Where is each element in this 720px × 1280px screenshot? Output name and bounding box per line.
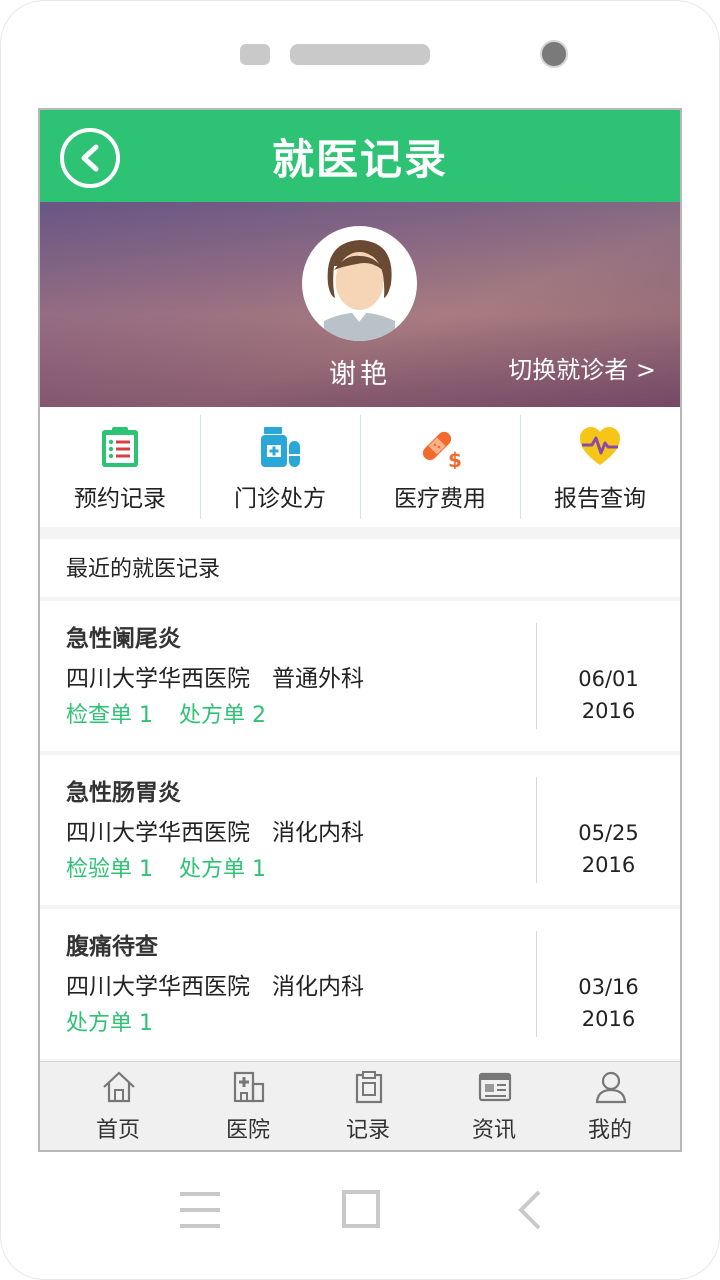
record-date-year: 2016 [581,699,636,723]
record-department: 消化内科 [272,974,364,1000]
quick-outpatient-prescription[interactable]: 门诊处方 [200,407,360,527]
hospital-icon [233,1071,265,1103]
record-hospital-line: 四川大学华西医院 消化内科 [66,967,364,1001]
record-links: 检查单 1 处方单 2 [66,697,292,729]
record-department: 普通外科 [272,666,364,692]
prescription-link[interactable]: 处方单 1 [179,857,266,882]
record-links: 处方单 1 [66,1005,179,1037]
clipboard-list-icon [102,427,138,467]
quick-actions: 预约记录 门诊处方 $ 医疗费用 报告查询 [40,407,680,527]
record-hospital-line: 四川大学华西医院 消化内科 [66,813,364,847]
back-arrow-icon[interactable] [515,1190,545,1230]
recent-records-heading: 最近的就医记录 [40,539,680,597]
record-hospital: 四川大学华西医院 [66,974,250,1000]
quick-label: 预约记录 [74,486,166,512]
record-diagnosis: 腹痛待查 [66,934,158,960]
patient-banner: 谢艳 切换就诊者 > [40,202,680,407]
record-date: 03/16 2016 [537,971,680,1035]
tab-records[interactable]: 记录 [304,1062,432,1150]
record-date-md: 03/16 [578,975,639,999]
quick-medical-expenses[interactable]: $ 医疗费用 [360,407,520,527]
record-hospital: 四川大学华西医院 [66,666,250,692]
home-icon [103,1071,135,1103]
tab-me[interactable]: 我的 [546,1062,674,1150]
news-icon [478,1072,512,1102]
quick-appointment-records[interactable]: 预约记录 [40,407,200,527]
prescription-link[interactable]: 处方单 1 [66,1011,153,1036]
record-department: 消化内科 [272,820,364,846]
tab-label: 记录 [345,1118,390,1143]
record-diagnosis: 急性肠胃炎 [66,780,181,806]
menu-icon[interactable] [180,1190,220,1230]
record-item[interactable]: 腹痛待查 四川大学华西医院 消化内科 处方单 1 03/16 2016 [40,909,680,1059]
user-icon [595,1071,627,1104]
app-screen: 就医记录 谢艳 切换就诊者 > 预约记录 门诊处方 $ 医疗费用 报告查询 最近… [38,108,682,1152]
record-hospital: 四川大学华西医院 [66,820,250,846]
app-header: 就医记录 [40,110,680,202]
quick-report-query[interactable]: 报告查询 [520,407,680,527]
tab-label: 首页 [95,1118,140,1143]
tab-label: 资讯 [471,1118,516,1143]
front-camera [540,40,568,68]
record-date: 05/25 2016 [537,817,680,881]
record-date-year: 2016 [581,853,636,877]
earpiece-speaker [290,44,430,65]
sensor-dot [240,44,270,65]
record-item[interactable]: 急性肠胃炎 四川大学华西医院 消化内科 检验单 1 处方单 1 05/25 2016 [40,755,680,905]
svg-text:$: $ [448,448,462,469]
tab-hospital[interactable]: 医院 [184,1062,312,1150]
record-date-md: 05/25 [578,821,639,845]
tab-home[interactable]: 首页 [54,1062,182,1150]
record-diagnosis: 急性阑尾炎 [66,626,181,652]
tab-label: 我的 [587,1118,632,1143]
clipboard-icon [355,1071,383,1104]
lab-sheet-link[interactable]: 检验单 1 [66,857,153,882]
tab-label: 医院 [225,1118,270,1143]
phone-frame: 就医记录 谢艳 切换就诊者 > 预约记录 门诊处方 $ 医疗费用 报告查询 最近… [0,0,720,1280]
record-date-year: 2016 [581,1007,636,1031]
switch-patient-link[interactable]: 切换就诊者 > [508,350,656,385]
quick-label: 报告查询 [554,486,646,512]
bandage-dollar-icon: $ [422,431,462,469]
record-hospital-line: 四川大学华西医院 普通外科 [66,659,364,693]
record-date-md: 06/01 [578,667,639,691]
tab-news[interactable]: 资讯 [430,1062,558,1150]
exam-sheet-link[interactable]: 检查单 1 [66,703,153,728]
prescription-link[interactable]: 处方单 2 [179,703,266,728]
record-item[interactable]: 急性阑尾炎 四川大学华西医院 普通外科 检查单 1 处方单 2 06/01 2016 [40,601,680,751]
avatar[interactable] [302,226,417,341]
quick-label: 门诊处方 [234,486,326,512]
heart-pulse-icon [580,427,620,465]
home-square-icon[interactable] [342,1190,380,1228]
record-links: 检验单 1 处方单 1 [66,851,292,883]
record-date: 06/01 2016 [537,663,680,727]
page-title: 就医记录 [271,135,448,184]
bottom-tab-bar: 首页 医院 记录 资讯 我的 [40,1061,680,1150]
medicine-bottle-icon [261,427,300,467]
quick-label: 医疗费用 [394,486,486,512]
avatar-icon [309,233,410,341]
